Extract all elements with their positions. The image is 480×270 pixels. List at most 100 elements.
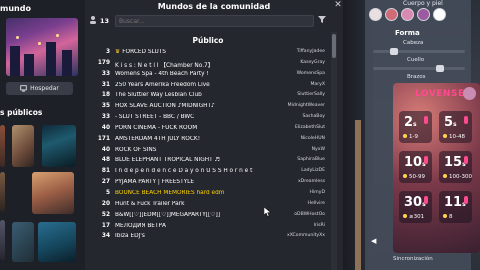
world-thumbnail[interactable] [0,172,5,212]
tile-token-range: ≥301 [403,214,424,220]
room-name-text: BOUNCE BEACH MEMORIES hard edm [115,189,225,196]
room-player-count: 3 [105,49,110,55]
room-player-count: 20 [101,200,110,207]
slider-knob[interactable] [436,65,444,72]
body-skin-heading: Cuerpo y piel [403,0,443,7]
vibration-icon [424,156,428,164]
room-name: HOX SLAVE AUCTION ♪MIDNIGHT♪ [115,103,285,109]
room-player-count: 171 [97,135,110,142]
room-row[interactable]: 31 250 Years Amerika Freedom Live MaryX [85,80,331,91]
tile-level-unit: s [413,121,417,128]
host-button-label: Hospedar [30,85,59,92]
token-icon [443,174,447,178]
lovense-level-tile[interactable]: 30s ≥301 [399,191,432,223]
room-player-count: 18 [101,92,110,99]
scrollbar-thumb[interactable] [332,34,336,58]
room-name-text: FORCED SLUTS [122,49,166,55]
world-thumbnail[interactable] [38,222,76,262]
filter-icon[interactable] [317,15,327,27]
tile-level-value: 11 [444,195,463,210]
color-swatch[interactable] [417,8,430,21]
color-swatch[interactable] [385,8,398,21]
room-row[interactable]: 3 ♛ FORCED SLUTS TiffanyJadee [85,47,331,58]
color-swatch[interactable] [433,8,446,21]
room-name: AMSTERDAM 4TH JULY ROCK! [115,136,285,142]
world-thumbnail[interactable] [12,125,34,167]
lovense-level-tile[interactable]: 11s 8 [439,191,472,223]
room-row[interactable]: 81 I n d e p e n d e n c e D a y o n U S … [85,166,331,177]
color-swatch[interactable] [401,8,414,21]
head-slider[interactable] [373,48,465,55]
room-host: NyxW [311,146,325,152]
token-icon [403,134,407,138]
room-host: SashaBoy [302,114,325,120]
tile-level: 30s [404,195,426,210]
room-row[interactable]: 27 PYJAMA PARTY | FREESTYLE xDreamless [85,177,331,188]
room-player-count: 48 [101,157,110,164]
neck-slider[interactable] [373,65,465,72]
room-row[interactable]: 179 K i s s : N e t l l 【Chamber No.7】 Kas… [85,58,331,69]
room-row[interactable]: 17 МЕЛОДИЯ ВЕТРА IrisRi [85,221,331,232]
room-row[interactable]: 33 - SLUT STREET - BBC / BWC SashaBoy [85,112,331,123]
tile-token-range: 1-9 [403,134,418,140]
room-name: ROCK OF SINS [115,147,285,153]
room-host: Hellvire [307,200,325,206]
room-row[interactable]: 40 PORN CINEMA - FUCK ROOM ElizabethSlut [85,123,331,134]
room-player-count: 33 [101,114,110,121]
room-name: Hunt & Fuck Trailer Park [115,201,285,207]
slider-knob[interactable] [389,48,398,55]
tile-level: 15s [444,155,466,170]
room-name-text: Hunt & Fuck Trailer Park [115,200,185,207]
token-icon [443,134,447,138]
tile-token-range: 8 [443,214,453,220]
avatar[interactable] [463,87,476,100]
world-thumbnail[interactable] [12,222,34,262]
lovense-level-tile[interactable]: 2s 1-9 [399,111,432,143]
room-row[interactable]: 34 Ibiza EDJ's xXCommunityXx [85,231,331,242]
tile-level: 2s [404,115,417,130]
search-input[interactable] [115,15,314,27]
room-name: МЕЛОДИЯ ВЕТРА [115,223,285,229]
close-icon[interactable]: ✕ [333,0,343,10]
room-row[interactable]: 18 The Sluttier Way Lesbian Club SluttierS… [85,90,331,101]
color-swatch[interactable] [369,8,382,21]
crown-icon: ♛ [115,49,121,55]
vibration-icon [464,116,468,124]
room-host: SluttierSally [297,92,325,98]
host-button[interactable]: Hospedar [6,82,73,95]
room-host: IrisRi [313,222,325,228]
token-icon [403,214,407,218]
room-row[interactable]: 20 Hunt & Fuck Trailer Park Hellvire [85,199,331,210]
room-row[interactable]: 40 ROCK OF SINS NyxW [85,145,331,156]
room-player-count: 40 [101,146,110,153]
room-row[interactable]: 48 BLUE ELEPHANT TROPICAL NIGHT ♬ SaphiraB… [85,155,331,166]
room-name-text: BLUE ELEPHANT TROPICAL NIGHT ♬ [115,157,220,164]
room-row[interactable]: 35 HOX SLAVE AUCTION ♪MIDNIGHT♪ MidnightWe… [85,101,331,112]
lovense-level-tile[interactable]: 15s 100-300 [439,151,472,183]
world-thumbnail[interactable] [0,125,5,167]
lovense-level-tile[interactable]: 5s 10-48 [439,111,472,143]
room-name: K i s s : N e t l l 【Chamber No.7】 [115,60,285,69]
room-row[interactable]: 5 BOUNCE BEACH MEMORIES hard edm HimyD [85,188,331,199]
vibration-icon [464,156,468,164]
room-name: BLUE ELEPHANT TROPICAL NIGHT ♬ [115,157,285,163]
room-name: BOUNCE BEACH MEMORIES hard edm [115,190,285,196]
room-name: - SLUT STREET - BBC / BWC [115,114,285,120]
room-row[interactable]: 52 B&W[[♡]]EDM[[♡]]MEGAPARTY[[♡]] oDBWHost… [85,210,331,221]
room-name: PORN CINEMA - FUCK ROOM [115,125,285,131]
world-thumbnail[interactable] [0,220,5,260]
room-row[interactable]: 33 Womens Spa - 4th Beach Party ! WomensSp… [85,69,331,80]
room-name-text: Womens Spa - 4th Beach Party ! [115,70,209,77]
lovense-level-tile[interactable]: 10s 50-99 [399,151,432,183]
tile-range-text: 100-300 [449,174,472,180]
room-row[interactable]: 171 AMSTERDAM 4TH JULY ROCK! NicoleHUN [85,134,331,145]
back-arrow-icon[interactable]: ◀ [371,236,381,246]
room-list-scrollbar[interactable] [331,32,337,270]
online-count: 13 [100,17,110,25]
world-preview-image[interactable] [6,18,78,76]
lovense-logo: LOVENSE [415,89,465,99]
world-thumbnail[interactable] [32,172,74,214]
world-thumbnail[interactable] [42,125,76,167]
room-player-count: 52 [101,211,110,218]
room-player-count: 179 [97,59,110,66]
